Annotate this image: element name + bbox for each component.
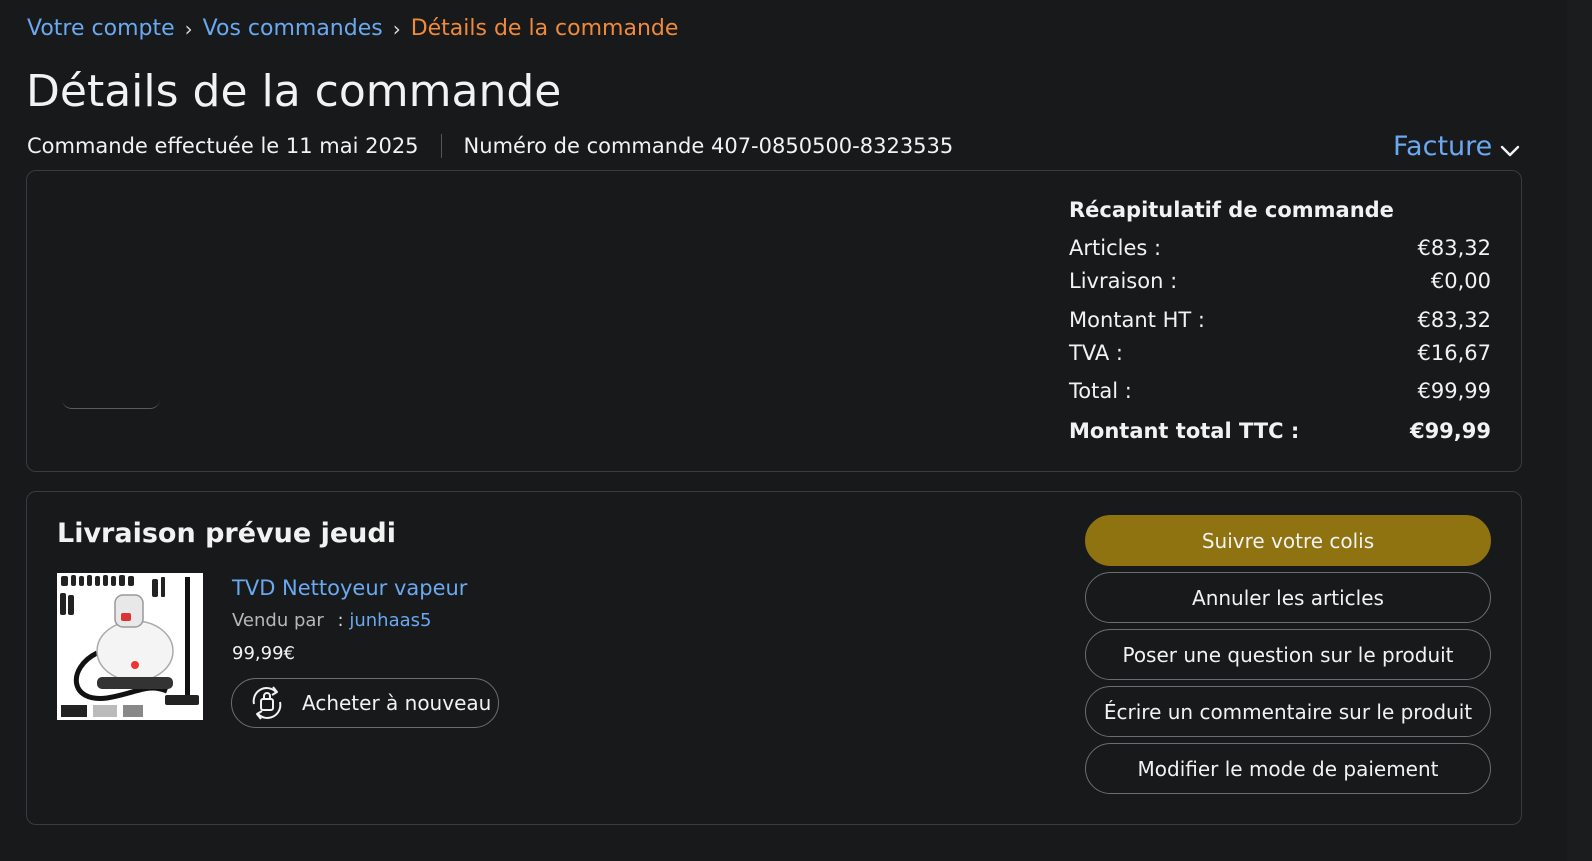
summary-label: Montant total TTC : [1069, 419, 1300, 443]
order-meta: Commande effectuée le 11 mai 2025 Numéro… [27, 134, 953, 158]
chevron-down-icon [1500, 134, 1520, 165]
breadcrumb-separator: › [392, 16, 401, 41]
change-payment-method-button[interactable]: Modifier le mode de paiement [1085, 743, 1491, 794]
summary-value: €83,32 [1417, 308, 1491, 332]
summary-row-vat: TVA : €16,67 [1069, 341, 1491, 365]
summary-label: Total : [1069, 379, 1132, 403]
write-review-button[interactable]: Écrire un commentaire sur le produit [1085, 686, 1491, 737]
summary-label: TVA : [1069, 341, 1123, 365]
invoice-label: Facture [1393, 131, 1493, 162]
order-date: Commande effectuée le 11 mai 2025 [27, 134, 419, 158]
summary-row-grand-total: Montant total TTC : €99,99 [1069, 419, 1491, 443]
summary-label: Articles : [1069, 236, 1162, 260]
ask-product-question-button[interactable]: Poser une question sur le produit [1085, 629, 1491, 680]
summary-row-articles: Articles : €83,32 [1069, 236, 1491, 260]
summary-value: €16,67 [1417, 341, 1491, 365]
breadcrumb-current: Détails de la commande [410, 16, 679, 41]
sold-by-label: Vendu par [232, 610, 324, 631]
seller-link[interactable]: junhaas5 [349, 610, 431, 631]
buy-again-button[interactable]: Acheter à nouveau [231, 678, 499, 728]
summary-value: €99,99 [1409, 419, 1491, 443]
page-title: Détails de la commande [26, 66, 562, 117]
summary-value: €99,99 [1417, 379, 1491, 403]
meta-divider [440, 134, 442, 158]
order-details-page: Votre compte › Vos commandes › Détails d… [0, 0, 1592, 861]
seller-row: Vendu par : junhaas5 [232, 610, 431, 631]
order-number: Numéro de commande 407-0850500-8323535 [463, 134, 954, 158]
track-package-button[interactable]: Suivre votre colis [1085, 515, 1491, 566]
invoice-dropdown[interactable]: Facture [1393, 128, 1520, 165]
buy-again-label: Acheter à nouveau [302, 691, 492, 715]
summary-row-shipping: Livraison : €0,00 [1069, 269, 1491, 293]
product-price: 99,99€ [232, 643, 295, 664]
summary-row-subtotal-ht: Montant HT : €83,32 [1069, 308, 1491, 332]
breadcrumb: Votre compte › Vos commandes › Détails d… [27, 16, 678, 41]
product-image[interactable] [57, 573, 203, 720]
product-title-link[interactable]: TVD Nettoyeur vapeur [232, 576, 467, 600]
breadcrumb-orders-link[interactable]: Vos commandes [203, 16, 383, 41]
summary-value: €0,00 [1430, 269, 1491, 293]
scrollbar[interactable] [1567, 0, 1592, 861]
cancel-items-button[interactable]: Annuler les articles [1085, 572, 1491, 623]
summary-label: Montant HT : [1069, 308, 1205, 332]
summary-heading: Récapitulatif de commande [1069, 198, 1394, 222]
breadcrumb-separator: › [184, 16, 193, 41]
summary-value: €83,32 [1417, 236, 1491, 260]
delivery-heading: Livraison prévue jeudi [57, 518, 396, 549]
sold-by-colon: : [337, 610, 344, 631]
steam-cleaner-icon [57, 573, 203, 720]
divider [62, 398, 160, 409]
breadcrumb-account-link[interactable]: Votre compte [27, 16, 175, 41]
buy-again-icon [246, 682, 288, 724]
summary-label: Livraison : [1069, 269, 1178, 293]
summary-row-total: Total : €99,99 [1069, 379, 1491, 403]
